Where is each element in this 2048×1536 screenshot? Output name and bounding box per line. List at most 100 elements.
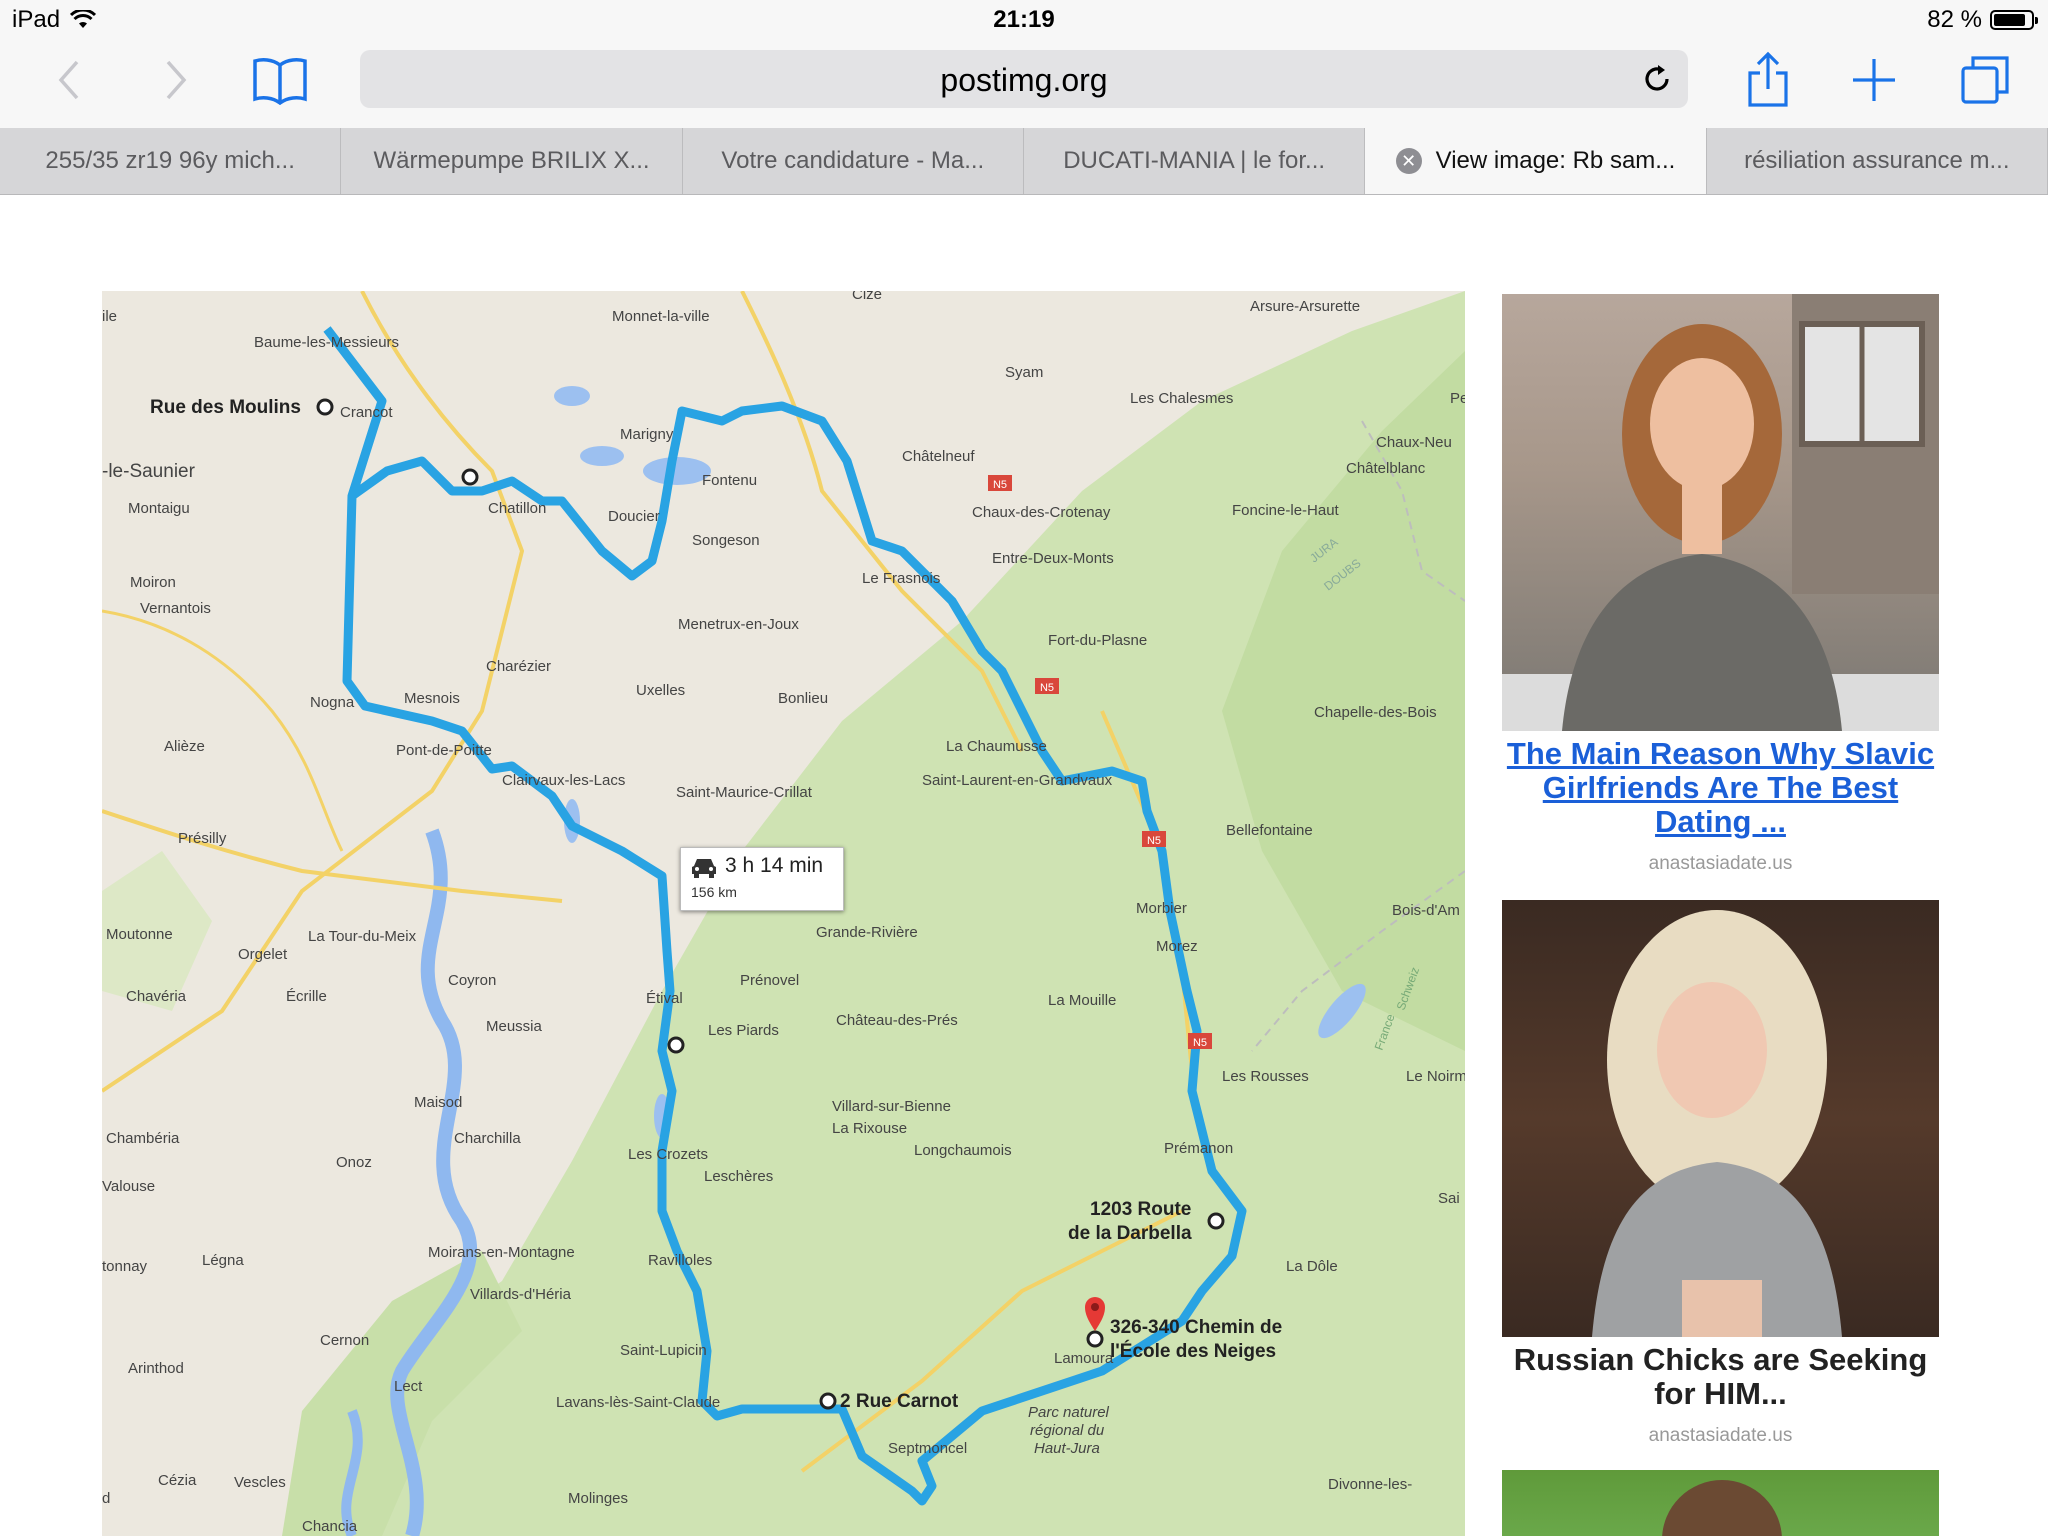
route-info-box[interactable]: 3 h 14 min 156 km	[680, 847, 844, 911]
place-label: Syam	[1005, 364, 1043, 381]
ad-photo[interactable]	[1502, 900, 1939, 1337]
tab-ducati[interactable]: DUCATI-MANIA | le for...	[1024, 128, 1366, 194]
sponsored-ad[interactable]: The Main Reason Why Slavic Girlfriends A…	[1502, 294, 1939, 875]
tab-label: DUCATI-MANIA | le for...	[1063, 147, 1326, 174]
place-label: Sai	[1438, 1190, 1460, 1207]
place-label: Charchilla	[454, 1130, 521, 1147]
place-label: Arsure-Arsurette	[1250, 298, 1360, 315]
place-label: Cernon	[320, 1332, 369, 1349]
route-distance: 156 km	[691, 884, 737, 900]
place-label: Saint-Lupicin	[620, 1342, 707, 1359]
ad-photo[interactable]	[1502, 1470, 1939, 1536]
place-label: Parc naturel	[1028, 1404, 1110, 1421]
place-label: Cézia	[158, 1472, 197, 1489]
place-label: Chaux-Neu	[1376, 434, 1452, 451]
svg-text:N5: N5	[993, 479, 1007, 491]
place-label: Fontenu	[702, 472, 757, 489]
place-label: Chavéria	[126, 988, 187, 1005]
tabs-button[interactable]	[1955, 50, 2015, 110]
tab-label: Votre candidature - Ma...	[721, 147, 985, 174]
address-bar[interactable]: postimg.org	[360, 50, 1688, 108]
tab-view-image[interactable]: ✕ View image: Rb sam...	[1365, 128, 1707, 194]
ad-source[interactable]: anastasiadate.us	[1502, 1425, 1939, 1447]
sponsored-ad[interactable]: Russian Chicks are Seeking for HIM... an…	[1502, 900, 1939, 1447]
place-label: régional du	[1030, 1422, 1105, 1439]
chevron-right-icon	[166, 60, 187, 100]
place-label: Charézier	[486, 658, 551, 675]
car-icon	[692, 859, 716, 878]
tab-insurance[interactable]: résiliation assurance m...	[1707, 128, 2048, 194]
place-label: Moirans-en-Montagne	[428, 1244, 575, 1261]
road-shield-n5: N5	[988, 475, 1012, 491]
place-label: Moutonne	[106, 926, 173, 943]
place-label: Nogna	[310, 694, 355, 711]
place-label: Orgelet	[238, 946, 288, 963]
close-tab-icon[interactable]: ✕	[1395, 148, 1422, 174]
place-label: La Dôle	[1286, 1258, 1338, 1275]
waypoint-label-destination: l'École des Neiges	[1110, 1340, 1276, 1362]
place-label: Morez	[1156, 938, 1198, 955]
waypoint-marker[interactable]	[316, 398, 334, 416]
url-text: postimg.org	[940, 62, 1108, 98]
svg-text:N5: N5	[1147, 835, 1161, 847]
back-button[interactable]	[40, 50, 100, 110]
place-label: Coyron	[448, 972, 496, 989]
place-label: Les Chalesmes	[1130, 390, 1233, 407]
new-tab-button[interactable]	[1844, 50, 1904, 110]
ad-headline-link[interactable]: The Main Reason Why Slavic Girlfriends A…	[1502, 737, 1939, 839]
place-label: Meussia	[486, 1018, 543, 1035]
place-label: Uxelles	[636, 682, 685, 699]
place-label: Étival	[646, 990, 683, 1007]
place-label: La Rixouse	[832, 1120, 907, 1137]
bookmarks-button[interactable]	[250, 50, 310, 110]
share-icon	[1748, 51, 1788, 107]
ad-photo[interactable]	[1502, 294, 1939, 731]
waypoint-label-darbella: de la Darbella	[1068, 1223, 1192, 1244]
sponsored-ad[interactable]	[1502, 1470, 1939, 1536]
place-label: Doucier	[608, 508, 660, 525]
place-label: Septmoncel	[888, 1440, 967, 1457]
battery-percent: 82 %	[1927, 6, 1982, 33]
forward-button[interactable]	[145, 50, 205, 110]
place-label: Le Noirm	[1406, 1068, 1465, 1085]
place-label: Les Piards	[708, 1022, 779, 1039]
place-label: -le-Saunier	[102, 461, 196, 482]
place-label: La Mouille	[1048, 992, 1116, 1009]
map-image[interactable]: N5 N5 N5 N5 ile Baume-les-Messieurs Monn…	[102, 291, 1465, 1536]
place-label: Onoz	[336, 1154, 372, 1171]
place-label: Château-des-Prés	[836, 1012, 958, 1029]
place-label: Montaigu	[128, 500, 190, 517]
ad-headline[interactable]: Russian Chicks are Seeking for HIM...	[1502, 1343, 1939, 1411]
ad-source[interactable]: anastasiadate.us	[1502, 853, 1939, 875]
place-label: Divonne-les-	[1328, 1476, 1412, 1493]
browser-toolbar: postimg.org	[0, 40, 2048, 128]
place-label: Lamoura	[1054, 1350, 1114, 1367]
tab-tyres[interactable]: 255/35 zr19 96y mich...	[0, 128, 342, 194]
place-label: Le Frasnois	[862, 570, 940, 587]
tab-label: 255/35 zr19 96y mich...	[45, 147, 295, 174]
reload-button[interactable]	[1640, 62, 1674, 96]
waypoint-marker[interactable]	[461, 468, 479, 486]
svg-text:N5: N5	[1193, 1037, 1207, 1049]
place-label: Baume-les-Messieurs	[254, 334, 399, 351]
tab-application[interactable]: Votre candidature - Ma...	[683, 128, 1024, 194]
place-label: Chapelle-des-Bois	[1314, 704, 1437, 721]
lake	[554, 386, 590, 406]
place-label: Pont-de-Poitte	[396, 742, 492, 759]
place-label: Vernantois	[140, 600, 211, 617]
place-label: Bellefontaine	[1226, 822, 1313, 839]
waypoint-marker[interactable]	[667, 1036, 685, 1054]
place-label: Saint-Maurice-Crillat	[676, 784, 813, 801]
place-label: Saint-Laurent-en-Grandvaux	[922, 772, 1113, 789]
place-label: Mesnois	[404, 690, 460, 707]
place-label: tonnay	[102, 1258, 148, 1275]
share-button[interactable]	[1738, 50, 1798, 110]
waypoint-marker[interactable]	[1086, 1330, 1104, 1348]
place-label: Cize	[852, 291, 882, 303]
place-label: Prénovel	[740, 972, 799, 989]
place-label: Écrille	[286, 988, 327, 1005]
place-label: Menetrux-en-Joux	[678, 616, 799, 633]
waypoint-marker[interactable]	[1207, 1212, 1225, 1230]
waypoint-marker[interactable]	[819, 1392, 837, 1410]
tab-heat-pump[interactable]: Wärmepumpe BRILIX X...	[341, 128, 683, 194]
